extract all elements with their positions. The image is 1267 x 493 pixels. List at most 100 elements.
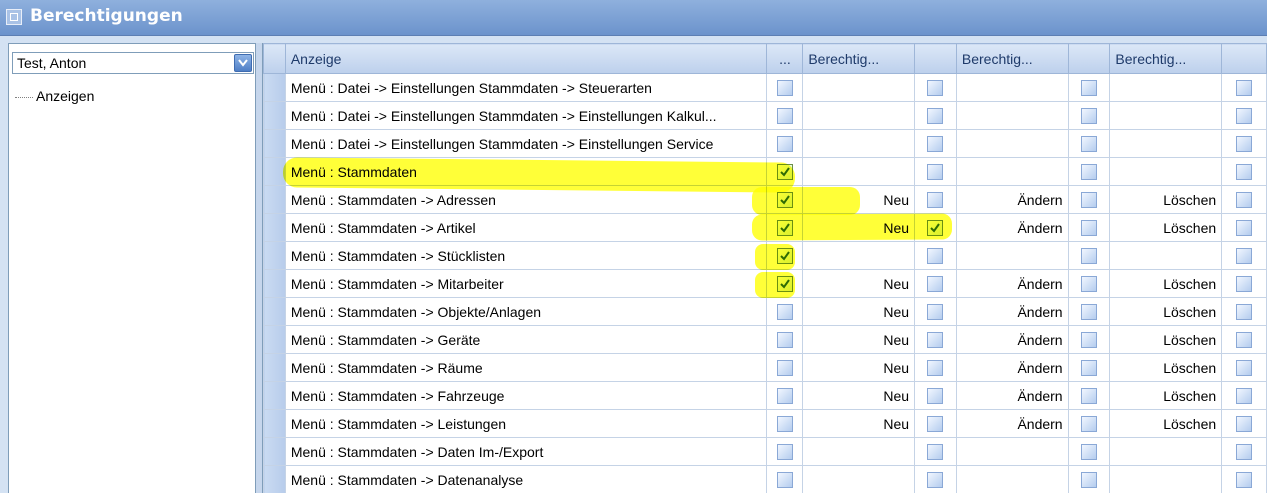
- table-row[interactable]: Menü : Stammdaten -> Mitarbeiter Neu Änder…: [263, 269, 1267, 298]
- row-selector[interactable]: [263, 297, 286, 326]
- checkbox[interactable]: [1236, 108, 1253, 125]
- column-header-checkbox-4[interactable]: [1221, 43, 1267, 74]
- checkbox[interactable]: [1236, 444, 1253, 461]
- checkbox[interactable]: [1236, 192, 1253, 209]
- checkbox[interactable]: [1236, 136, 1253, 153]
- checkbox[interactable]: [1236, 304, 1253, 321]
- checkbox[interactable]: [1236, 80, 1253, 97]
- checkbox[interactable]: [927, 332, 944, 349]
- checkbox[interactable]: [1081, 444, 1098, 461]
- table-row[interactable]: Menü : Stammdaten -> Datenanalyse: [263, 465, 1267, 493]
- checkbox[interactable]: [1236, 416, 1253, 433]
- checkbox[interactable]: [1081, 248, 1098, 265]
- checkbox[interactable]: [776, 472, 793, 489]
- row-selector[interactable]: [263, 213, 286, 242]
- table-row[interactable]: Menü : Stammdaten -> Daten Im-/Export: [263, 437, 1267, 466]
- checkbox[interactable]: [927, 472, 944, 489]
- checkbox[interactable]: [1081, 304, 1098, 321]
- checkbox[interactable]: [1236, 276, 1253, 293]
- table-row[interactable]: Menü : Datei -> Einstellungen Stammdaten…: [263, 129, 1267, 158]
- table-row[interactable]: Menü : Datei -> Einstellungen Stammdaten…: [263, 73, 1267, 102]
- row-selector[interactable]: [263, 157, 286, 186]
- checkbox[interactable]: [1081, 192, 1098, 209]
- row-selector[interactable]: [263, 465, 286, 493]
- checkbox[interactable]: [776, 108, 793, 125]
- column-header-dots[interactable]: ...: [766, 43, 804, 74]
- checkbox[interactable]: [1236, 472, 1253, 489]
- checkbox[interactable]: [927, 164, 944, 181]
- checkbox[interactable]: [927, 108, 944, 125]
- checkbox[interactable]: [927, 388, 944, 405]
- checkbox[interactable]: [776, 332, 793, 349]
- row-selector[interactable]: [263, 409, 286, 438]
- table-row[interactable]: Menü : Stammdaten -> Fahrzeuge Neu Ändern L…: [263, 381, 1267, 410]
- table-row[interactable]: Menü : Stammdaten -> Stücklisten: [263, 241, 1267, 270]
- table-row[interactable]: Menü : Stammdaten -> Objekte/Anlagen Neu Ä…: [263, 297, 1267, 326]
- table-row[interactable]: Menü : Stammdaten -> Räume Neu Ändern Lösch…: [263, 353, 1267, 382]
- row-selector[interactable]: [263, 185, 286, 214]
- checkbox[interactable]: [1081, 220, 1098, 237]
- checkbox[interactable]: [927, 276, 944, 293]
- table-row[interactable]: Menü : Stammdaten -> Geräte Neu Ändern Lösc…: [263, 325, 1267, 354]
- row-selector[interactable]: [263, 101, 286, 130]
- checkbox[interactable]: [776, 388, 793, 405]
- checkbox[interactable]: [927, 304, 944, 321]
- checkbox[interactable]: [776, 80, 793, 97]
- checkbox[interactable]: [1081, 388, 1098, 405]
- checkbox[interactable]: [1081, 108, 1098, 125]
- checkbox[interactable]: [1081, 276, 1098, 293]
- row-selector[interactable]: [263, 269, 286, 298]
- row-selector-header[interactable]: [263, 43, 286, 74]
- table-row[interactable]: Menü : Stammdaten -> Artikel Neu Ändern Lös…: [263, 213, 1267, 242]
- checkbox[interactable]: [1236, 220, 1253, 237]
- tree-item-anzeigen[interactable]: Anzeigen: [15, 88, 94, 104]
- checkbox[interactable]: [927, 416, 944, 433]
- checkbox-checked[interactable]: [776, 164, 793, 181]
- table-row[interactable]: Menü : Stammdaten: [263, 157, 1267, 186]
- table-row[interactable]: Menü : Datei -> Einstellungen Stammdaten…: [263, 101, 1267, 130]
- checkbox[interactable]: [1236, 164, 1253, 181]
- table-row[interactable]: Menü : Stammdaten -> Adressen Neu Ändern Lö…: [263, 185, 1267, 214]
- column-header-berechtigung-loeschen[interactable]: Berechtig...: [1109, 43, 1223, 74]
- checkbox[interactable]: [1081, 332, 1098, 349]
- checkbox-checked[interactable]: [776, 276, 793, 293]
- checkbox[interactable]: [1081, 136, 1098, 153]
- checkbox[interactable]: [1081, 416, 1098, 433]
- row-selector[interactable]: [263, 241, 286, 270]
- checkbox[interactable]: [927, 248, 944, 265]
- checkbox[interactable]: [776, 444, 793, 461]
- checkbox[interactable]: [1081, 164, 1098, 181]
- checkbox[interactable]: [776, 360, 793, 377]
- checkbox[interactable]: [1081, 80, 1098, 97]
- checkbox-checked[interactable]: [927, 220, 944, 237]
- column-header-anzeige[interactable]: Anzeige: [284, 43, 768, 74]
- column-header-berechtigung-neu[interactable]: Berechtig...: [802, 43, 916, 74]
- checkbox[interactable]: [776, 136, 793, 153]
- row-selector[interactable]: [263, 353, 286, 382]
- checkbox[interactable]: [1236, 248, 1253, 265]
- checkbox[interactable]: [927, 360, 944, 377]
- chevron-down-icon[interactable]: [234, 54, 252, 72]
- column-header-checkbox-3[interactable]: [1067, 43, 1111, 74]
- column-header-checkbox-2[interactable]: [914, 43, 957, 74]
- checkbox-checked[interactable]: [776, 192, 793, 209]
- checkbox[interactable]: [1081, 360, 1098, 377]
- row-selector[interactable]: [263, 381, 286, 410]
- checkbox[interactable]: [776, 304, 793, 321]
- checkbox[interactable]: [1236, 388, 1253, 405]
- checkbox[interactable]: [927, 136, 944, 153]
- checkbox[interactable]: [1236, 332, 1253, 349]
- checkbox-checked[interactable]: [776, 220, 793, 237]
- checkbox[interactable]: [1236, 360, 1253, 377]
- table-row[interactable]: Menü : Stammdaten -> Leistungen Neu Ändern…: [263, 409, 1267, 438]
- checkbox[interactable]: [927, 80, 944, 97]
- user-select[interactable]: Test, Anton: [12, 52, 254, 74]
- row-selector[interactable]: [263, 437, 286, 466]
- checkbox[interactable]: [927, 444, 944, 461]
- row-selector[interactable]: [263, 129, 286, 158]
- checkbox[interactable]: [776, 416, 793, 433]
- row-selector[interactable]: [263, 325, 286, 354]
- checkbox[interactable]: [1081, 472, 1098, 489]
- checkbox[interactable]: [927, 192, 944, 209]
- row-selector[interactable]: [263, 73, 286, 102]
